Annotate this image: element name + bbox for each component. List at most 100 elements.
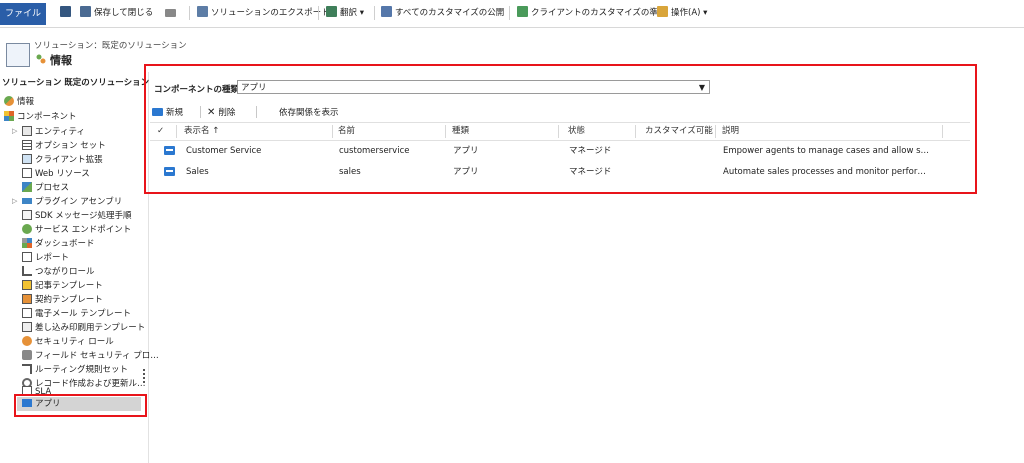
article-template-icon [22,280,32,290]
mail-merge-icon [22,322,32,332]
process-icon [22,182,32,192]
sidebar-item-web-resources[interactable]: Web リソース [22,168,90,181]
sidebar-item-email-templates[interactable]: 電子メール テンプレート [22,308,131,321]
sidebar-item-client-extensions[interactable]: クライアント拡張 [22,154,103,167]
sidebar-item-entities[interactable]: エンティティ [22,126,85,139]
toolbar-divider [189,6,190,20]
info-icon [4,96,14,106]
sidebar-item-label: プロセス [35,183,70,193]
sidebar-item-label: フィールド セキュリティ プロ… [35,351,159,361]
expand-arrow-icon[interactable]: ▷ [12,197,17,205]
cell-type: アプリ [453,146,479,156]
sidebar-item-connection-roles[interactable]: つながりロール [22,266,95,279]
grid-header: ✓ 表示名 ↑ 名前 種類 状態 カスタマイズ可能 説明 [150,122,970,141]
sidebar-item-label: 契約テンプレート [35,295,103,305]
sidebar-item-routing-rules[interactable]: ルーティング規則セット [22,364,128,377]
sidebar-item-label: ルーティング規則セット [35,365,128,375]
select-all-checkbox[interactable]: ✓ [157,123,164,140]
sidebar-item-processes[interactable]: プロセス [22,182,69,195]
column-header-description[interactable]: 説明 [722,123,739,140]
cell-display-name[interactable]: Sales [186,162,331,182]
command-bar: ファイル 保存して閉じる ソリューションのエクスポート 翻訳 ▾ すべてのカスタ… [0,0,1024,28]
save-close-button[interactable]: 保存して閉じる [80,6,153,20]
sidebar-item-label: プラグイン アセンブリ [35,197,123,207]
cell-description: Automate sales processes and monitor per… [723,167,926,177]
publish-all-button[interactable]: すべてのカスタマイズの公開 [381,6,504,20]
sidebar-item-service-endpoints[interactable]: サービス エンドポイント [22,224,131,237]
sidebar: ソリューション 既定のソリューション 情報 コンポーネント ▷ エンティティ オ… [0,72,159,463]
prepare-icon [517,6,528,17]
publish-all-label: すべてのカスタマイズの公開 [395,8,505,18]
sidebar-item-security-roles[interactable]: セキュリティ ロール [22,336,114,349]
sidebar-item-plugin-assemblies[interactable]: プラグイン アセンブリ [22,196,122,209]
dropdown-arrow-icon: ▼ [698,83,705,92]
prepare-client-label: クライアントのカスタマイズの準備 [531,8,667,18]
file-button[interactable]: ファイル [0,3,46,25]
client-extension-icon [22,154,32,164]
sidebar-item-label: エンティティ [35,127,85,137]
toolbar-divider [374,6,375,20]
sidebar-item-article-templates[interactable]: 記事テンプレート [22,280,103,293]
save-close-label: 保存して閉じる [94,8,154,18]
sidebar-item-contract-templates[interactable]: 契約テンプレート [22,294,103,307]
new-button[interactable]: 新規 [152,106,183,118]
column-header-type[interactable]: 種類 [452,123,469,140]
column-divider [942,125,943,138]
save-button[interactable] [60,6,74,20]
sidebar-item-label: レコード作成および更新ル… [35,379,146,389]
component-type-value: アプリ [241,83,267,93]
cell-name: sales [339,167,361,177]
sidebar-item-reports[interactable]: レポート [22,252,69,265]
web-resource-icon [22,168,32,178]
column-header-state[interactable]: 状態 [568,123,585,140]
sidebar-item-dashboards[interactable]: ダッシュボード [22,238,95,251]
field-security-icon [22,350,32,360]
sidebar-item-field-security[interactable]: フィールド セキュリティ プロ… [22,350,159,363]
component-type-label: コンポーネントの種類 [154,85,240,95]
sidebar-item-label: サービス エンドポイント [35,225,132,235]
page-title: 情報 [50,54,72,67]
sidebar-item-info[interactable]: 情報 [4,96,34,109]
cell-display-name[interactable]: Customer Service [186,141,331,161]
contract-template-icon [22,294,32,304]
delete-button[interactable]: ✕ 削除 [207,106,235,118]
publish-icon [381,6,392,17]
show-dependencies-button[interactable]: 依存関係を表示 [279,106,339,118]
translate-label: 翻訳 [340,8,358,18]
export-label: ソリューションのエクスポート [211,8,330,18]
table-row[interactable]: Sales sales アプリ マネージド Automate sales pro… [150,162,970,182]
table-row[interactable]: Customer Service customerservice アプリ マネー… [150,141,970,161]
prepare-client-button[interactable]: クライアントのカスタマイズの準備 [517,6,666,20]
sidebar-item-sdk-message-steps[interactable]: SDK メッセージ処理手順 [22,210,132,223]
component-type-select[interactable]: アプリ ▼ [237,80,710,94]
sidebar-item-label: 情報 [17,97,35,107]
print-button[interactable] [165,6,179,20]
column-divider [445,125,446,138]
option-set-icon [22,140,32,150]
plugin-icon [22,198,32,204]
column-header-display-name[interactable]: 表示名 ↑ [184,123,219,140]
export-solution-button[interactable]: ソリューションのエクスポート [197,6,330,20]
translate-button[interactable]: 翻訳 ▾ [326,6,364,20]
sidebar-item-label: セキュリティ ロール [35,337,114,347]
sidebar-item-label: 電子メール テンプレート [35,309,131,319]
sidebar-title: ソリューション 既定のソリューション [2,78,150,88]
app-icon [164,167,175,176]
components-icon [4,111,14,121]
column-header-customizable[interactable]: カスタマイズ可能 [645,123,713,140]
sidebar-item-option-sets[interactable]: オプション セット [22,140,106,153]
cell-customizable [645,162,710,182]
toolbar-divider [509,6,510,20]
routing-icon [22,364,32,374]
column-header-name[interactable]: 名前 [338,123,355,140]
sidebar-item-components[interactable]: コンポーネント [4,111,77,124]
security-role-icon [22,336,32,346]
print-icon [165,9,176,17]
actions-menu-button[interactable]: 操作(A) ▾ [657,6,707,20]
expand-arrow-icon[interactable]: ▷ [12,127,17,135]
column-divider [635,125,636,138]
sidebar-item-mail-merge-templates[interactable]: 差し込み印刷用テンプレート [22,322,145,335]
sidebar-resize-handle[interactable] [143,369,145,385]
email-template-icon [22,308,32,318]
highlight-box-apps [14,394,147,417]
